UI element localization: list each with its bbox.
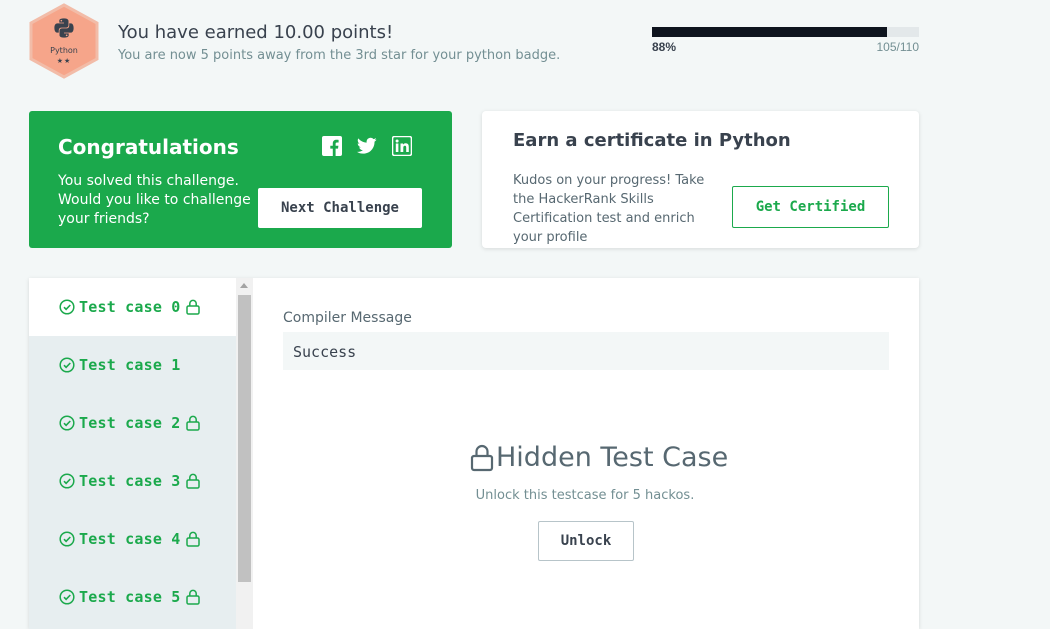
lock-icon xyxy=(185,299,200,315)
certificate-message: Kudos on your progress! Take the HackerR… xyxy=(513,173,705,245)
lock-icon xyxy=(185,531,200,547)
lock-icon xyxy=(185,473,200,489)
lock-icon xyxy=(185,415,200,431)
check-circle-icon xyxy=(59,415,75,431)
badge-name: Python xyxy=(50,46,78,55)
test-case-label: Test case 4 xyxy=(79,530,181,548)
badge-progress-bar xyxy=(652,27,919,37)
test-case-tab-2[interactable]: Test case 2 xyxy=(29,394,236,452)
next-challenge-button[interactable]: Next Challenge xyxy=(258,188,422,228)
unlock-button[interactable]: Unlock xyxy=(538,521,634,561)
python-badge: Python ★★ xyxy=(29,3,99,79)
progress-count: 105/110 xyxy=(876,40,920,54)
facebook-icon[interactable] xyxy=(322,136,342,156)
test-case-label: Test case 3 xyxy=(79,472,181,490)
check-circle-icon xyxy=(59,589,75,605)
get-certified-button[interactable]: Get Certified xyxy=(732,186,889,228)
hidden-test-case-title: Hidden Test Case xyxy=(496,442,729,473)
congratulations-title: Congratulations xyxy=(58,135,239,159)
test-case-label: Test case 2 xyxy=(79,414,181,432)
points-earned-title: You have earned 10.00 points! xyxy=(118,22,394,43)
test-case-list: Test case 0 Test case 1 Test case 2 Test… xyxy=(29,278,236,629)
check-circle-icon xyxy=(59,357,75,373)
compiler-message-output: Success xyxy=(283,332,889,370)
badge-stars: ★★ xyxy=(56,58,72,65)
test-results-panel: Test case 0 Test case 1 Test case 2 Test… xyxy=(29,278,919,629)
lock-icon xyxy=(470,444,494,471)
test-case-tab-3[interactable]: Test case 3 xyxy=(29,452,236,510)
test-case-scrollbar[interactable] xyxy=(236,278,253,629)
points-earned-subtitle: You are now 5 points away from the 3rd s… xyxy=(118,48,561,63)
badge-progress-fill xyxy=(652,27,887,37)
test-case-tab-5[interactable]: Test case 5 xyxy=(29,568,236,626)
compiler-message-label: Compiler Message xyxy=(283,310,412,326)
congratulations-card: Congratulations You solved this challeng… xyxy=(29,111,452,248)
check-circle-icon xyxy=(59,531,75,547)
test-case-tab-1[interactable]: Test case 1 xyxy=(29,336,236,394)
congratulations-message: You solved this challenge. Would you lik… xyxy=(58,173,251,227)
certificate-title: Earn a certificate in Python xyxy=(513,130,791,151)
check-circle-icon xyxy=(59,299,75,315)
certificate-card: Earn a certificate in Python Kudos on yo… xyxy=(482,111,919,248)
test-case-tab-4[interactable]: Test case 4 xyxy=(29,510,236,568)
test-case-label: Test case 5 xyxy=(79,588,181,606)
python-logo-icon xyxy=(54,18,74,38)
hidden-test-case-heading: Hidden Test Case xyxy=(470,442,728,473)
twitter-icon[interactable] xyxy=(357,136,377,156)
progress-percent: 88% xyxy=(652,40,677,54)
test-case-tab-0[interactable]: Test case 0 xyxy=(29,278,236,336)
hidden-test-case-subtitle: Unlock this testcase for 5 hackos. xyxy=(475,488,695,503)
badge-hexagon-icon xyxy=(29,3,99,79)
check-circle-icon xyxy=(59,473,75,489)
test-case-label: Test case 1 xyxy=(79,356,181,374)
lock-icon xyxy=(185,589,200,605)
test-case-label: Test case 0 xyxy=(79,298,181,316)
scroll-up-arrow-icon[interactable] xyxy=(240,283,248,288)
scrollbar-thumb[interactable] xyxy=(238,295,251,582)
linkedin-icon[interactable] xyxy=(392,136,412,156)
